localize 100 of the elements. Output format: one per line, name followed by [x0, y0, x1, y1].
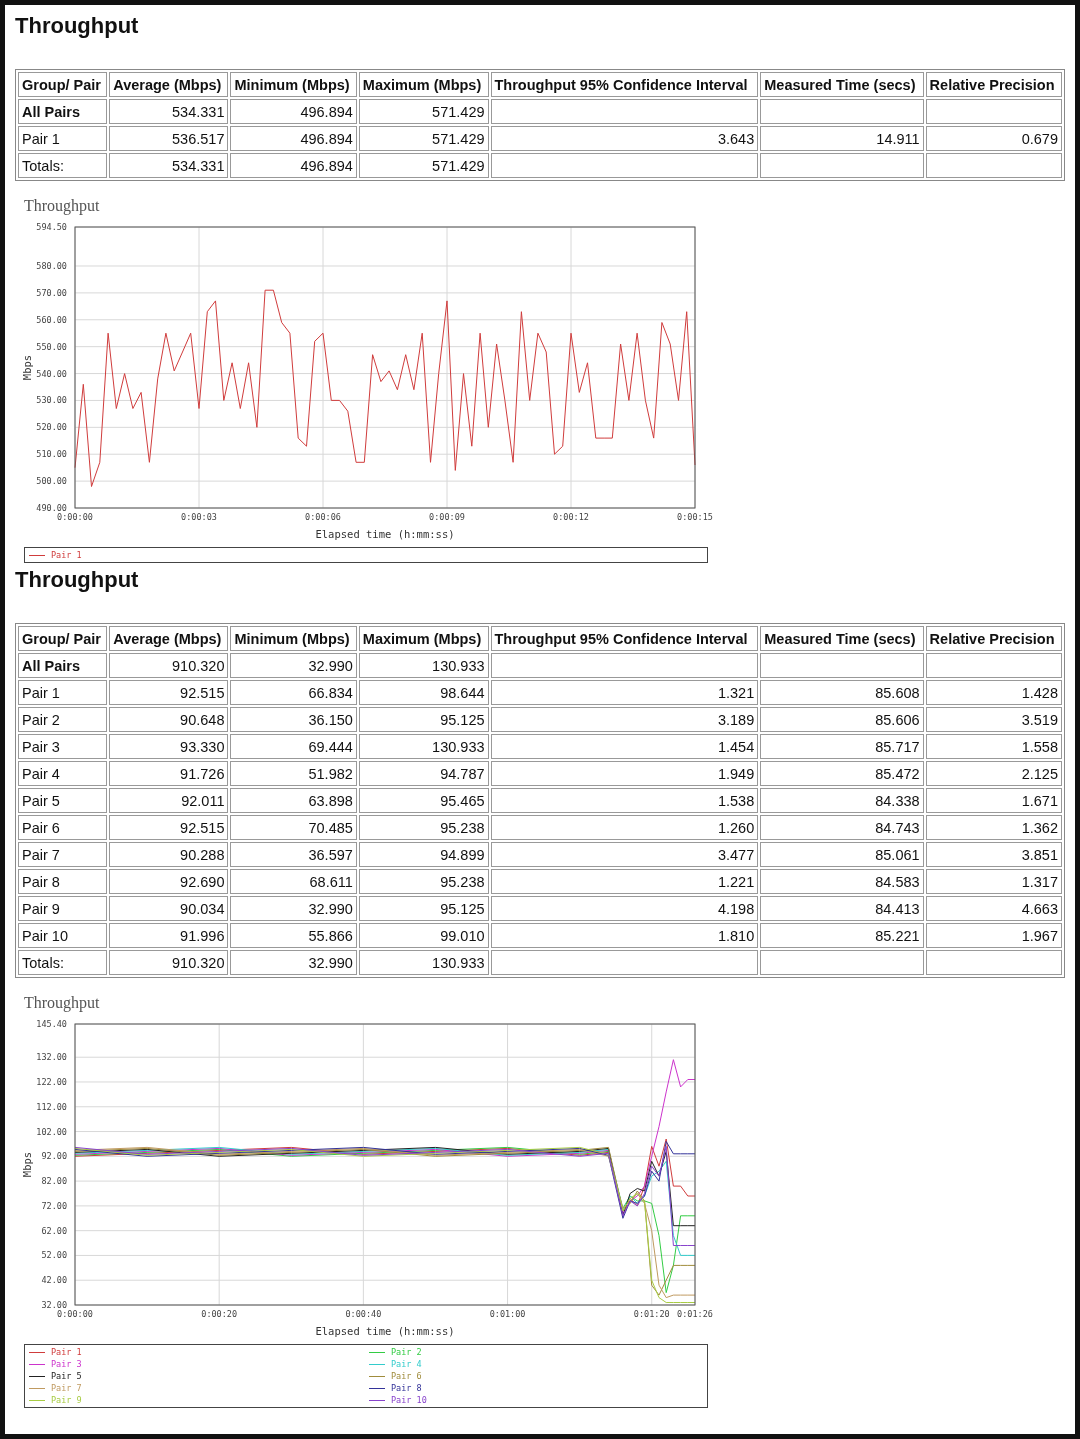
- table-cell: 1.221: [490, 869, 759, 894]
- pair-cell: Pair 10: [18, 923, 108, 948]
- table-cell: 99.010: [358, 923, 489, 948]
- y-tick-label: 102.00: [36, 1126, 67, 1137]
- table-cell: 84.743: [760, 815, 924, 840]
- table-cell: 36.150: [230, 707, 357, 732]
- table-cell: 32.990: [230, 653, 357, 678]
- y-tick-label: 122.00: [36, 1077, 67, 1087]
- table-cell: 85.606: [760, 707, 924, 732]
- y-tick-label: 580.00: [36, 261, 67, 271]
- column-header: Maximum (Mbps): [358, 72, 489, 97]
- table-cell: 571.429: [358, 99, 489, 124]
- y-tick-label: 132.00: [36, 1052, 67, 1063]
- column-header: Minimum (Mbps): [230, 626, 357, 651]
- y-tick-label: 82.00: [41, 1176, 67, 1187]
- table-cell: 84.338: [760, 788, 924, 813]
- table-cell: 32.990: [230, 896, 357, 921]
- column-header: Throughput 95% Confidence Interval: [490, 626, 759, 651]
- y-tick-label: 52.00: [41, 1250, 67, 1261]
- pair-cell: Pair 8: [18, 869, 108, 894]
- table-cell: 3.477: [490, 842, 759, 867]
- table-cell: 95.125: [358, 896, 489, 921]
- table-cell: 85.472: [760, 761, 924, 786]
- table-cell: 536.517: [109, 126, 229, 151]
- column-header: Maximum (Mbps): [358, 626, 489, 651]
- table-cell: 90.288: [109, 842, 229, 867]
- table-cell: 91.726: [109, 761, 229, 786]
- legend-label: Pair 6: [391, 1370, 422, 1382]
- y-tick-label: 92.00: [41, 1151, 67, 1162]
- table-cell: 571.429: [358, 126, 489, 151]
- pair-cell: Pair 6: [18, 815, 108, 840]
- table-cell: 92.690: [109, 869, 229, 894]
- legend-label: Pair 1: [51, 1346, 82, 1358]
- table-cell: 93.330: [109, 734, 229, 759]
- table-cell: 68.611: [230, 869, 357, 894]
- legend-label: Pair 8: [391, 1382, 422, 1394]
- table-cell: 95.238: [358, 869, 489, 894]
- table-cell: 1.454: [490, 734, 759, 759]
- table-cell: 1.538: [490, 788, 759, 813]
- y-tick-label: 490.00: [36, 503, 67, 513]
- table-cell: 92.515: [109, 815, 229, 840]
- y-tick-label: 62.00: [41, 1225, 67, 1236]
- y-tick-label: 42.00: [41, 1275, 67, 1286]
- table-cell: 1.260: [490, 815, 759, 840]
- table-cell: 32.990: [230, 950, 357, 975]
- table-cell: 130.933: [358, 950, 489, 975]
- chart-title: Throughput: [24, 994, 101, 1014]
- table-cell: 1.967: [925, 923, 1062, 948]
- x-axis-title: Elapsed time (h:mm:ss): [315, 1325, 455, 1337]
- table-cell: 1.949: [490, 761, 759, 786]
- pair-cell: Pair 9: [18, 896, 108, 921]
- section-heading: Throughput: [15, 12, 140, 40]
- table-cell: 1.317: [925, 869, 1062, 894]
- table-cell: 3.851: [925, 842, 1062, 867]
- table-cell: 95.238: [358, 815, 489, 840]
- y-tick-label: 72.00: [41, 1200, 67, 1211]
- y-tick-label: 520.00: [36, 422, 67, 433]
- y-tick-label: 145.40: [36, 1019, 67, 1029]
- y-tick-label: 112.00: [36, 1101, 67, 1112]
- legend-label: Pair 1: [51, 549, 82, 561]
- table-cell: 0.679: [925, 126, 1062, 151]
- table-cell: 55.866: [230, 923, 357, 948]
- table-cell: 496.894: [230, 99, 357, 124]
- x-tick-label: 0:00:00: [57, 512, 93, 522]
- x-tick-label: 0:00:09: [429, 512, 465, 522]
- table-cell: 4.663: [925, 896, 1062, 921]
- table-cell: 1.558: [925, 734, 1062, 759]
- x-tick-label: 0:00:00: [57, 1309, 93, 1319]
- pair-cell: Pair 2: [18, 707, 108, 732]
- table-cell: 98.644: [358, 680, 489, 705]
- table-cell: 85.221: [760, 923, 924, 948]
- table-cell: 92.515: [109, 680, 229, 705]
- table-cell: 534.331: [109, 153, 229, 178]
- column-header: Average (Mbps): [109, 626, 229, 651]
- table-cell: 92.011: [109, 788, 229, 813]
- table-cell: 85.061: [760, 842, 924, 867]
- table-cell: 90.034: [109, 896, 229, 921]
- column-header: Group/ Pair: [18, 72, 108, 97]
- table-cell: 571.429: [358, 153, 489, 178]
- column-header: Relative Precision: [925, 626, 1062, 651]
- x-tick-label: 0:00:12: [553, 512, 589, 522]
- x-tick-label: 0:01:26: [677, 1309, 713, 1319]
- table-cell: 66.834: [230, 680, 357, 705]
- column-header: Minimum (Mbps): [230, 72, 357, 97]
- table-cell: 36.597: [230, 842, 357, 867]
- table-cell: 91.996: [109, 923, 229, 948]
- pair-cell: Pair 1: [18, 680, 108, 705]
- section-heading: Throughput: [15, 566, 140, 594]
- table-cell: 1.362: [925, 815, 1062, 840]
- table-cell: 3.189: [490, 707, 759, 732]
- table-cell: 90.648: [109, 707, 229, 732]
- table-cell: 3.643: [490, 126, 759, 151]
- column-header: Average (Mbps): [109, 72, 229, 97]
- y-tick-label: 500.00: [36, 476, 67, 487]
- y-tick-label: 32.00: [41, 1300, 67, 1310]
- group-cell: All Pairs: [18, 653, 108, 678]
- pair-cell: Pair 4: [18, 761, 108, 786]
- pair-cell: Pair 7: [18, 842, 108, 867]
- group-cell: All Pairs: [18, 99, 108, 124]
- y-axis-title: Mbps: [21, 1151, 33, 1178]
